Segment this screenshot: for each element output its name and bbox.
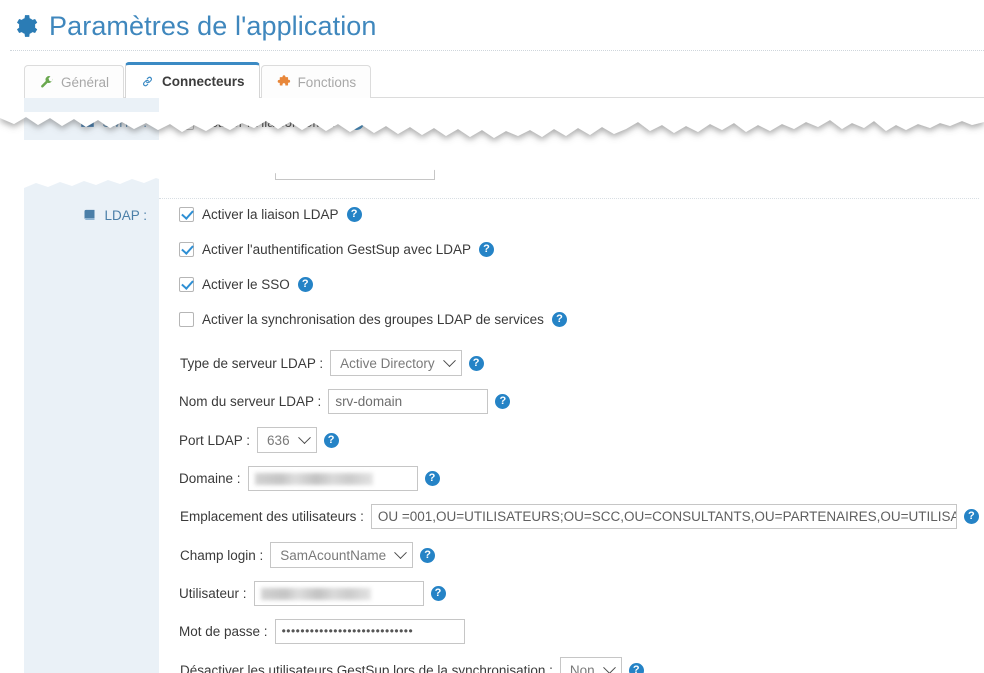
application-settings-page: Paramètres de l'application Général Conn…: [0, 0, 984, 673]
torn-gap-band: [0, 140, 984, 166]
tab-connecteurs-label: Connecteurs: [162, 74, 245, 89]
section-smtp-body: Activer la liaison SMTP ?: [159, 98, 984, 146]
section-smtp-label: SMTP :: [80, 115, 147, 130]
ldap-group-sync-label: Activer la synchronisation des groupes L…: [202, 312, 544, 327]
smtp-enable-row: Activer la liaison SMTP ?: [179, 112, 364, 133]
ldap-group-sync-row: Activer la synchronisation des groupes L…: [179, 309, 979, 330]
clipped-password-field: Mot de passe : ••••••••••••: [179, 166, 435, 180]
nom-serveur-ldap-help-icon[interactable]: ?: [495, 394, 511, 409]
chevron-down-icon: [442, 353, 456, 367]
domaine-help-icon[interactable]: ?: [424, 471, 440, 486]
ldap-sso-help-icon[interactable]: ?: [297, 277, 313, 292]
desactiver-utilisateurs-sync-help-icon[interactable]: ?: [628, 662, 644, 673]
port-ldap-select[interactable]: 636: [257, 427, 317, 453]
emplacement-utilisateurs-help-icon[interactable]: ?: [963, 509, 979, 524]
tab-general[interactable]: Général: [24, 65, 125, 98]
smtp-enable-help-icon[interactable]: ?: [348, 114, 364, 130]
tab-fonctions[interactable]: Fonctions: [260, 65, 372, 98]
envelope-icon: [81, 117, 94, 127]
emplacement-utilisateurs-label: Emplacement des utilisateurs :: [180, 509, 364, 524]
book-icon: [84, 209, 95, 220]
champ-login-select[interactable]: SamAcountName: [270, 542, 414, 568]
type-serveur-ldap-value: Active Directory: [340, 355, 435, 371]
mot-de-passe-input[interactable]: ••••••••••••••••••••••••••••: [274, 619, 465, 644]
section-smtp-label-text: SMTP :: [102, 114, 147, 130]
section-ldap-body: Activer la liaison LDAP ? Activer l'auth…: [179, 204, 979, 673]
page-header: Paramètres de l'application: [0, 0, 984, 52]
field-port-ldap: Port LDAP : 636 ?: [179, 427, 979, 453]
port-ldap-help-icon[interactable]: ?: [323, 432, 339, 448]
title-divider: [10, 50, 984, 51]
field-nom-serveur-ldap: Nom du serveur LDAP : srv-domain ?: [179, 389, 979, 414]
desactiver-utilisateurs-sync-value: Non: [569, 662, 595, 673]
type-serveur-ldap-help-icon[interactable]: ?: [468, 355, 484, 371]
utilisateur-help-icon[interactable]: ?: [430, 586, 446, 601]
field-champ-login: Champ login : SamAcountName ?: [180, 542, 979, 568]
domaine-label: Domaine :: [179, 471, 241, 486]
clipped-password-input[interactable]: ••••••••••••: [274, 166, 435, 180]
type-serveur-ldap-select[interactable]: Active Directory: [330, 350, 462, 376]
clipped-password-label: Mot de passe :: [179, 166, 268, 175]
field-desactiver-utilisateurs-sync: Désactiver les utilisateurs GestSup lors…: [180, 657, 979, 673]
smtp-enable-checkbox[interactable]: [179, 114, 194, 130]
field-type-serveur-ldap: Type de serveur LDAP : Active Directory …: [180, 350, 979, 376]
mot-de-passe-label: Mot de passe :: [179, 624, 268, 639]
desactiver-utilisateurs-sync-select[interactable]: Non: [559, 657, 622, 673]
ldap-enable-label: Activer la liaison LDAP: [202, 207, 339, 222]
settings-tabbar: Général Connecteurs Fonctions: [24, 62, 372, 98]
nom-serveur-ldap-label: Nom du serveur LDAP :: [179, 394, 322, 409]
emplacement-utilisateurs-input[interactable]: OU =001,OU=UTILISATEURS;OU=SCC,OU=CONSUL…: [370, 504, 957, 529]
smtp-enable-label: Activer la liaison SMTP: [202, 114, 341, 130]
wrench-icon: [41, 75, 53, 87]
section-ldap-label-text: LDAP :: [104, 208, 147, 223]
nom-serveur-ldap-input[interactable]: srv-domain: [328, 389, 489, 414]
ldap-auth-help-icon[interactable]: ?: [478, 242, 494, 257]
chevron-down-icon: [297, 430, 311, 444]
domaine-redacted-value: [254, 473, 373, 485]
desactiver-utilisateurs-sync-label: Désactiver les utilisateurs GestSup lors…: [180, 662, 553, 673]
puzzle-piece-icon: [277, 74, 290, 85]
type-serveur-ldap-label: Type de serveur LDAP :: [180, 355, 324, 371]
ldap-auth-checkbox[interactable]: [179, 242, 194, 257]
ldap-auth-label: Activer l'authentification GestSup avec …: [202, 242, 471, 257]
gear-icon: [16, 15, 38, 37]
field-domaine: Domaine : ?: [179, 466, 979, 491]
port-ldap-label: Port LDAP :: [179, 432, 251, 448]
champ-login-help-icon[interactable]: ?: [420, 547, 436, 563]
link-chain-icon: [142, 76, 153, 87]
ldap-scroll-region: Mot de passe : •••••••••••• LDAP : Activ…: [0, 166, 984, 673]
ldap-enable-checkbox[interactable]: [179, 207, 194, 222]
chevron-down-icon: [602, 660, 616, 673]
page-title: Paramètres de l'application: [49, 10, 377, 41]
ldap-enable-row: Activer la liaison LDAP ?: [179, 204, 979, 225]
lower-label-column: [24, 166, 159, 673]
ldap-sso-row: Activer le SSO ?: [179, 274, 979, 295]
ldap-auth-row: Activer l'authentification GestSup avec …: [179, 239, 979, 260]
section-ldap-label: LDAP :: [82, 208, 147, 223]
champ-login-value: SamAcountName: [280, 547, 387, 563]
field-mot-de-passe: Mot de passe : •••••••••••••••••••••••••…: [179, 619, 979, 644]
ldap-sso-label: Activer le SSO: [202, 277, 290, 292]
section-smtp-label-col: SMTP :: [24, 98, 159, 146]
tab-connecteurs[interactable]: Connecteurs: [125, 62, 260, 98]
chevron-down-icon: [394, 545, 407, 559]
tab-general-label: Général: [61, 74, 110, 90]
section-ldap-label-col: LDAP :: [24, 208, 159, 223]
ldap-enable-help-icon[interactable]: ?: [346, 207, 362, 222]
domaine-input[interactable]: [247, 466, 418, 491]
ldap-row-separator: [159, 198, 979, 199]
ldap-group-sync-checkbox[interactable]: [179, 312, 194, 327]
utilisateur-redacted-value: [260, 588, 371, 600]
field-utilisateur: Utilisateur : ?: [179, 581, 979, 606]
champ-login-label: Champ login :: [180, 547, 264, 563]
section-smtp: SMTP : Activer la liaison SMTP ?: [24, 98, 984, 146]
clipped-password-row: Mot de passe : ••••••••••••: [159, 166, 984, 196]
tab-fonctions-label: Fonctions: [297, 74, 357, 90]
utilisateur-label: Utilisateur :: [179, 586, 247, 601]
utilisateur-input[interactable]: [253, 581, 424, 606]
field-emplacement-utilisateurs: Emplacement des utilisateurs : OU =001,O…: [180, 504, 979, 529]
ldap-sso-checkbox[interactable]: [179, 277, 194, 292]
ldap-group-sync-help-icon[interactable]: ?: [551, 312, 567, 327]
port-ldap-value: 636: [267, 432, 290, 448]
